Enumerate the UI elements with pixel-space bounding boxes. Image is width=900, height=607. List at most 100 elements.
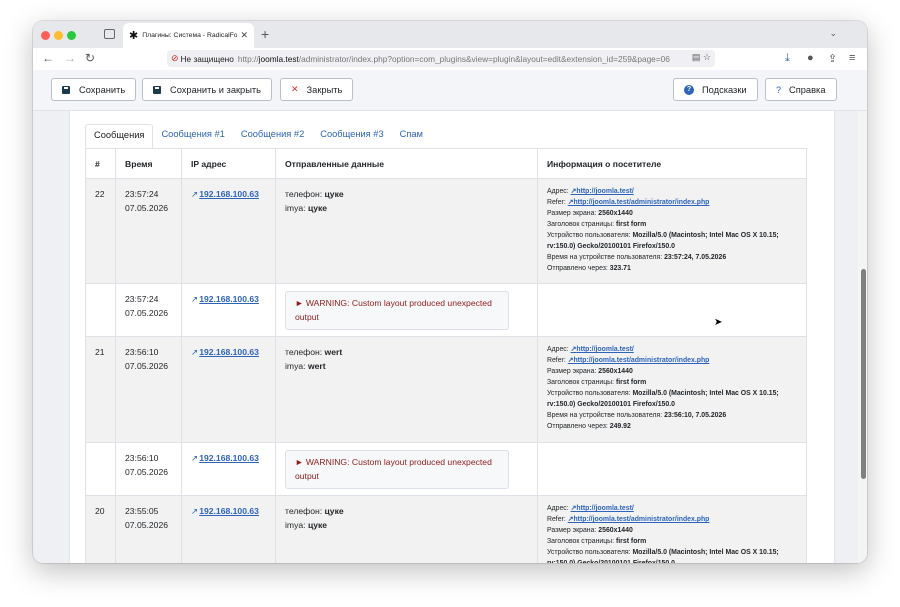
address-link[interactable]: ↗http://joomla.test/ <box>571 188 634 195</box>
row-time: 23:55:05 07.05.2026 <box>115 495 182 563</box>
external-link-icon: ↗ <box>191 506 199 516</box>
row-submitted-data: телефон: wert imya: wert <box>275 336 538 443</box>
table-row: 23:56:10 07.05.2026 ↗192.168.100.63 ► WAR… <box>85 442 807 496</box>
column-header-time: Время <box>115 148 182 179</box>
address-link[interactable]: ↗http://joomla.test/ <box>571 346 634 353</box>
external-link-icon: ↗ <box>191 453 199 463</box>
minimize-window-button[interactable] <box>54 31 63 40</box>
bookmark-star-icon[interactable]: ☆ <box>703 52 711 62</box>
vertical-scrollbar-thumb[interactable] <box>861 269 866 479</box>
date-value: 07.05.2026 <box>125 360 169 371</box>
browser-tab-active[interactable]: ✱ Плагины: Система - RadicalForm: Sub...… <box>123 23 254 48</box>
time-value: 23:56:10 <box>125 347 159 357</box>
reload-icon[interactable]: ↻ <box>85 51 95 65</box>
row-ip: ↗192.168.100.63 <box>181 495 276 563</box>
info-label: Размер экрана: <box>547 210 597 217</box>
info-label: Отправлено через: <box>547 265 608 272</box>
zoom-window-button[interactable] <box>67 31 76 40</box>
ip-link[interactable]: ↗192.168.100.63 <box>191 506 259 516</box>
row-visitor-info: Адрес: ↗http://joomla.test/ Refer: ↗http… <box>537 336 807 443</box>
ip-text: 192.168.100.63 <box>199 506 259 516</box>
row-number <box>85 442 116 496</box>
address-url: http://joomla.test/ <box>576 505 634 512</box>
table-header-row: # Время IP адрес Отправленные данные Инф… <box>85 148 807 179</box>
url-text[interactable]: http://joomla.test/administrator/index.p… <box>238 54 670 64</box>
back-icon[interactable]: ← <box>42 51 54 65</box>
row-ip: ↗192.168.100.63 <box>181 178 276 284</box>
url-path: /administrator/index.php?option=com_plug… <box>298 53 670 64</box>
ip-link[interactable]: ↗192.168.100.63 <box>191 294 259 304</box>
address-url: http://joomla.test/ <box>576 346 634 353</box>
row-time: 23:56:10 07.05.2026 <box>115 442 182 496</box>
info-label: Время на устройстве пользователя: <box>547 254 663 261</box>
tab-messages-1[interactable]: Сообщения #1 <box>153 124 232 148</box>
reader-view-icon[interactable]: ▤ <box>692 52 701 62</box>
new-tab-icon[interactable]: + <box>261 26 269 42</box>
refer-link[interactable]: ↗http://joomla.test/administrator/index.… <box>568 516 710 523</box>
address-link[interactable]: ↗http://joomla.test/ <box>571 505 634 512</box>
tab-messages-3[interactable]: Сообщения #3 <box>312 124 391 148</box>
share-icon[interactable]: ⇪ <box>828 52 837 65</box>
tab-messages[interactable]: Сообщения <box>85 124 154 148</box>
close-button[interactable]: ✕ Закрыть <box>280 78 354 101</box>
field-value: wert <box>307 360 326 371</box>
security-indicator[interactable]: ⊘ Не защищено <box>167 53 238 64</box>
list-tabs-chevron-icon[interactable]: ⌄ <box>829 28 837 39</box>
ip-link[interactable]: ↗192.168.100.63 <box>191 453 259 463</box>
screen-size: 2560x1440 <box>598 527 633 534</box>
refer-url: http://joomla.test/administrator/index.p… <box>573 516 710 523</box>
ip-link[interactable]: ↗192.168.100.63 <box>191 189 259 199</box>
close-label: Закрыть <box>306 84 343 95</box>
tab-spam[interactable]: Спам <box>392 124 431 148</box>
save-button[interactable]: Сохранить <box>51 78 137 101</box>
table-row: 22 23:57:24 07.05.2026 ↗192.168.100.63 те… <box>85 178 807 284</box>
row-submitted-data: ► WARNING: Custom layout produced unexpe… <box>275 442 538 496</box>
time-value: 23:56:10 <box>125 453 159 463</box>
address-url: http://joomla.test/ <box>576 188 634 195</box>
info-label: Refer: <box>547 516 566 523</box>
close-window-button[interactable] <box>41 31 50 40</box>
tips-label: Подсказки <box>702 84 747 95</box>
field-label: телефон: <box>285 506 323 516</box>
info-label: Refer: <box>547 199 566 206</box>
refer-link[interactable]: ↗http://joomla.test/administrator/index.… <box>568 199 710 206</box>
tips-button[interactable]: ? Подсказки <box>673 78 758 101</box>
date-value: 07.05.2026 <box>125 202 169 213</box>
date-value: 07.05.2026 <box>125 307 169 318</box>
browser-window: ✱ Плагины: Система - RadicalForm: Sub...… <box>33 21 867 563</box>
refer-url: http://joomla.test/administrator/index.p… <box>573 199 710 206</box>
close-x-icon: ✕ <box>291 84 299 94</box>
time-value: 23:55:05 <box>125 506 159 516</box>
save-and-close-button[interactable]: Сохранить и закрыть <box>142 78 273 101</box>
forward-icon[interactable]: → <box>64 51 76 65</box>
row-time: 23:57:24 07.05.2026 <box>115 178 182 284</box>
menu-icon[interactable]: ≡ <box>849 52 855 64</box>
account-icon[interactable]: ● <box>807 52 814 64</box>
field-value: цуке <box>324 189 344 199</box>
downloads-icon[interactable]: ⤓ <box>785 52 790 65</box>
close-tab-icon[interactable]: ✕ <box>240 30 248 41</box>
messages-table: # Время IP адрес Отправленные данные Инф… <box>85 148 807 563</box>
field-value: цуке <box>307 519 328 530</box>
row-number <box>85 283 116 337</box>
tab-overview-icon[interactable] <box>104 29 115 39</box>
warning-box[interactable]: ► WARNING: Custom layout produced unexpe… <box>285 291 509 330</box>
page-title-value: first form <box>615 538 647 545</box>
table-row: 23:57:24 07.05.2026 ↗192.168.100.63 ► WAR… <box>85 283 807 337</box>
info-label: Адрес: <box>547 505 569 512</box>
ip-link[interactable]: ↗192.168.100.63 <box>191 347 259 357</box>
external-link-icon: ↗ <box>191 294 199 304</box>
screen-size: 2560x1440 <box>598 368 633 375</box>
tab-messages-2[interactable]: Сообщения #2 <box>233 124 312 148</box>
save-icon <box>62 85 70 94</box>
info-label: Время на устройстве пользователя: <box>547 412 663 419</box>
tab-title: Плагины: Система - RadicalForm: Sub... <box>142 32 238 39</box>
refer-link[interactable]: ↗http://joomla.test/administrator/index.… <box>568 357 710 364</box>
address-bar[interactable]: ⊘ Не защищено http://joomla.test/adminis… <box>167 50 715 67</box>
help-button[interactable]: ? Справка <box>765 78 837 101</box>
warning-box[interactable]: ► WARNING: Custom layout produced unexpe… <box>285 450 509 489</box>
field-line: imya: wert <box>285 360 528 374</box>
field-label: телефон: <box>285 189 323 199</box>
row-visitor-info <box>537 442 807 496</box>
url-host: joomla.test <box>258 53 299 64</box>
